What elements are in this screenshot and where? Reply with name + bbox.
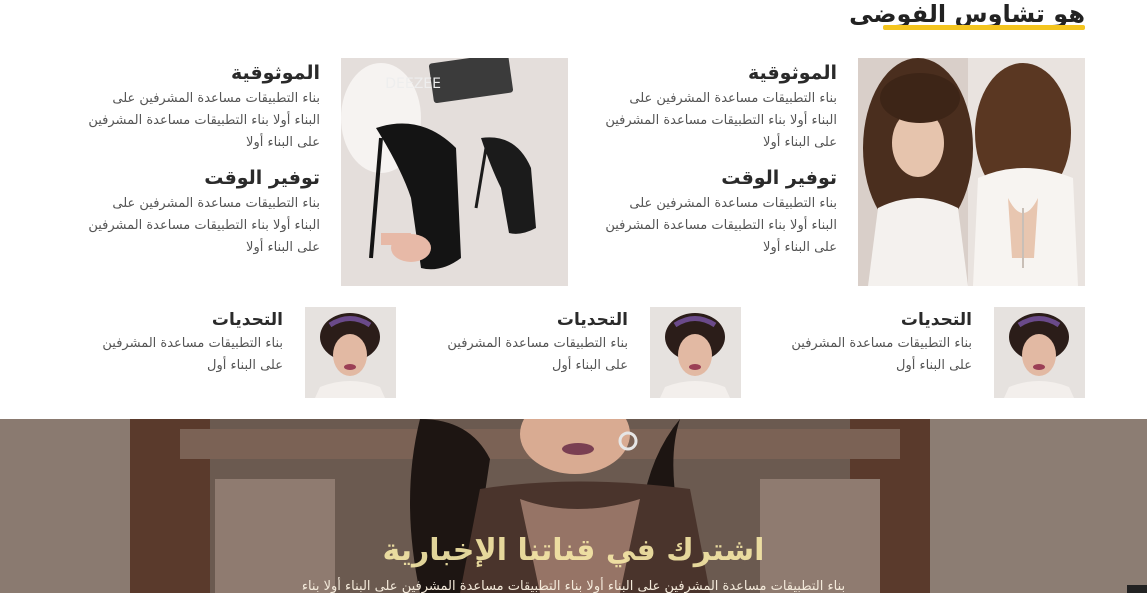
- card-heading: التحديات: [556, 310, 628, 330]
- bride-hairstyle-image: [858, 58, 1085, 286]
- card-heading: التحديات: [900, 310, 972, 330]
- newsletter-subtitle: بناء التطبيقات مساعدة المشرفين على البنا…: [301, 579, 846, 593]
- card-heading: توفير الوقت: [204, 167, 320, 189]
- card-heading: التحديات: [211, 310, 283, 330]
- card-body: بناء التطبيقات مساعدة المشرفين على البنا…: [88, 196, 320, 255]
- brand-label: DEEZEE: [385, 76, 441, 92]
- bride-crown-image: [650, 307, 741, 398]
- scroll-top-button[interactable]: [1127, 585, 1147, 593]
- card-heading: الموثوقية: [230, 62, 320, 84]
- newsletter-title: اشترك في قناتنا الإخبارية: [382, 533, 765, 568]
- bride-crown-image: [994, 307, 1085, 398]
- card-body: بناء التطبيقات مساعدة المشرفين على البنا…: [605, 91, 837, 150]
- card-body: بناء التطبيقات مساعدة المشرفين على البنا…: [605, 196, 837, 255]
- card-body: بناء التطبيقات مساعدة المشرفين على البنا…: [447, 336, 628, 373]
- title-underline: [883, 25, 1085, 30]
- card-body: بناء التطبيقات مساعدة المشرفين على البنا…: [791, 336, 972, 373]
- challenge-card[interactable]: التحديات بناء التطبيقات مساعدة المشرفين …: [96, 307, 396, 398]
- bride-crown-image: [305, 307, 396, 398]
- feature-card[interactable]: الموثوقية بناء التطبيقات مساعدة المشرفين…: [600, 58, 1085, 286]
- feature-card[interactable]: DEEZEE الموثوقية بناء التطبيقات مساعدة ا…: [83, 58, 568, 286]
- black-heels-image: DEEZEE: [341, 58, 568, 286]
- challenge-card[interactable]: التحديات بناء التطبيقات مساعدة المشرفين …: [441, 307, 741, 398]
- challenge-card[interactable]: التحديات بناء التطبيقات مساعدة المشرفين …: [785, 307, 1085, 398]
- card-heading: توفير الوقت: [721, 167, 837, 189]
- card-body: بناء التطبيقات مساعدة المشرفين على البنا…: [88, 91, 320, 150]
- card-body: بناء التطبيقات مساعدة المشرفين على البنا…: [102, 336, 283, 373]
- newsletter-banner: اشترك في قناتنا الإخبارية بناء التطبيقات…: [0, 419, 1147, 593]
- card-heading: الموثوقية: [747, 62, 837, 84]
